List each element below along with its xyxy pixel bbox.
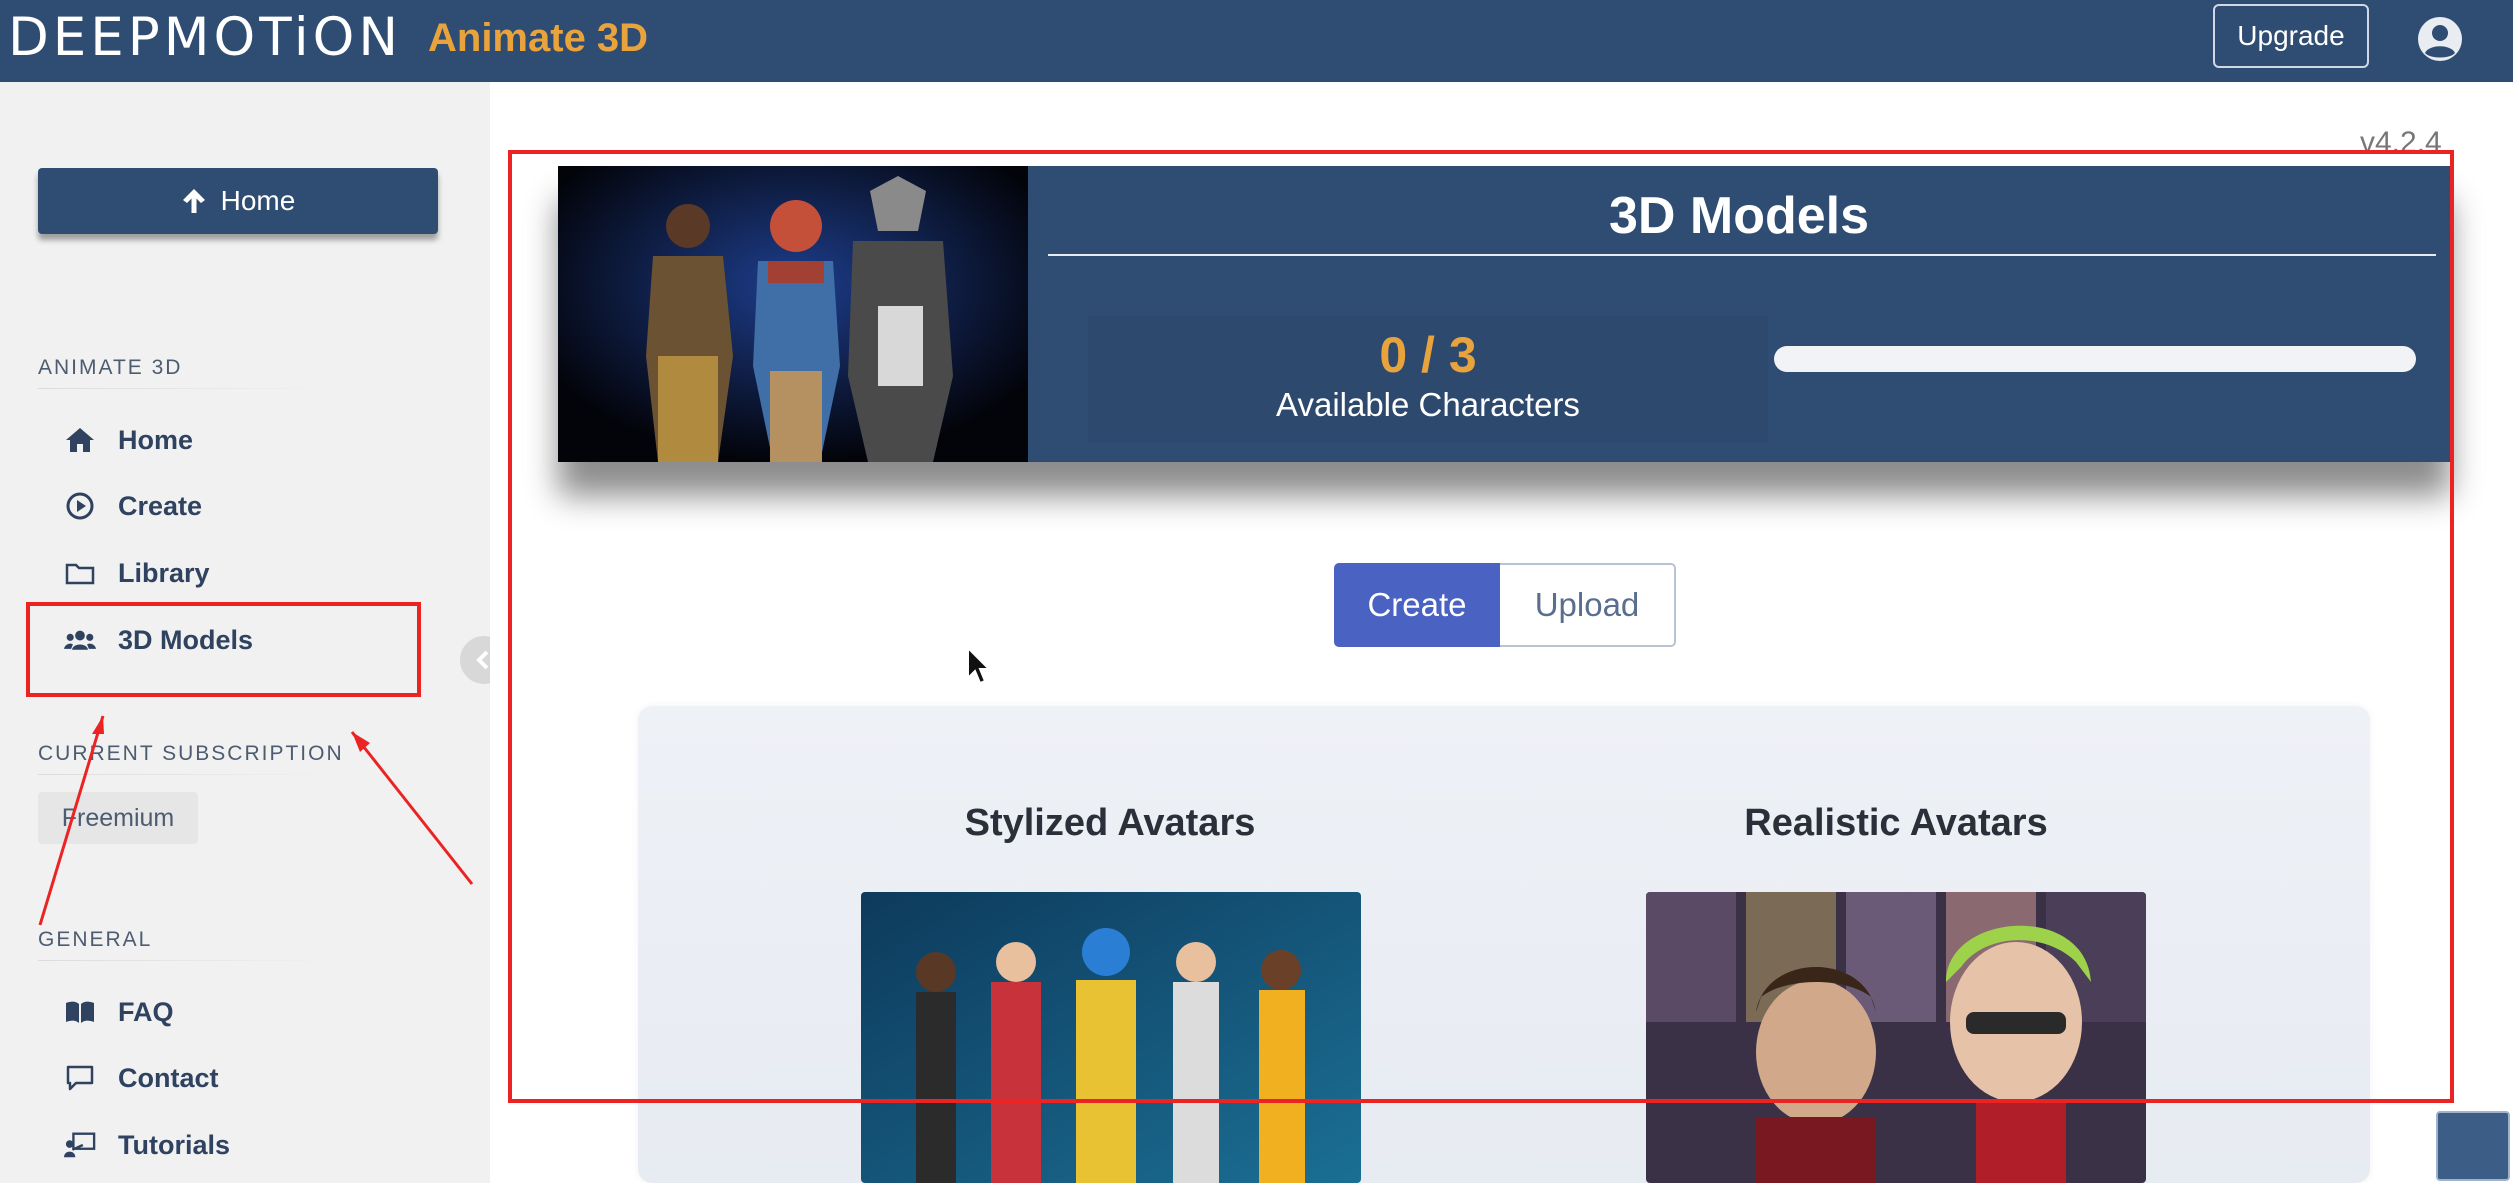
sidebar-item-tutorials[interactable]: Tutorials (64, 1121, 230, 1169)
section-divider (38, 960, 338, 961)
home-button[interactable]: Home (38, 168, 438, 234)
arrow-up-icon (182, 189, 205, 213)
home-button-label: Home (220, 185, 296, 216)
section-label-general: GENERAL (38, 928, 153, 951)
book-icon (66, 1001, 94, 1023)
play-circle-icon (66, 492, 94, 520)
subscription-badge: Freemium (38, 792, 198, 844)
app-name: Animate 3D (428, 16, 649, 60)
sidebar-item-faq[interactable]: FAQ (64, 988, 174, 1036)
section-label-subscription: CURRENT SUBSCRIPTION (38, 742, 344, 765)
section-divider (38, 388, 338, 389)
chat-icon (66, 1065, 94, 1091)
folder-icon (65, 563, 95, 585)
house-icon (66, 428, 94, 452)
presenter-icon (64, 1132, 96, 1158)
section-divider (38, 774, 338, 775)
top-navbar: DEEPMOTiON Animate 3D Upgrade (0, 0, 2513, 82)
sidebar-item-library[interactable]: Library (64, 549, 210, 597)
sidebar-item-create[interactable]: Create (64, 482, 202, 530)
sidebar-item-label: Home (118, 424, 194, 455)
sidebar-item-label: Library (118, 557, 210, 588)
sidebar-item-label: Tutorials (118, 1129, 231, 1160)
app-root: DEEPMOTiON Animate 3D Upgrade Home ANIMA… (0, 0, 2513, 1183)
sidebar-item-contact[interactable]: Contact (64, 1054, 219, 1102)
highlight-box-sidebar (26, 602, 421, 697)
highlight-box-main (508, 150, 2454, 1103)
section-label-animate: ANIMATE 3D (38, 356, 183, 379)
sidebar-item-label: Contact (118, 1062, 219, 1093)
sidebar-item-label: Create (118, 490, 203, 521)
sidebar-item-label: FAQ (118, 996, 174, 1027)
channel-watermark-logo (2436, 1111, 2510, 1181)
brand-logo[interactable]: DEEPMOTiON (8, 10, 402, 66)
upgrade-button[interactable]: Upgrade (2213, 4, 2369, 68)
sidebar-item-home[interactable]: Home (64, 416, 193, 464)
user-circle-icon[interactable] (2417, 16, 2463, 62)
